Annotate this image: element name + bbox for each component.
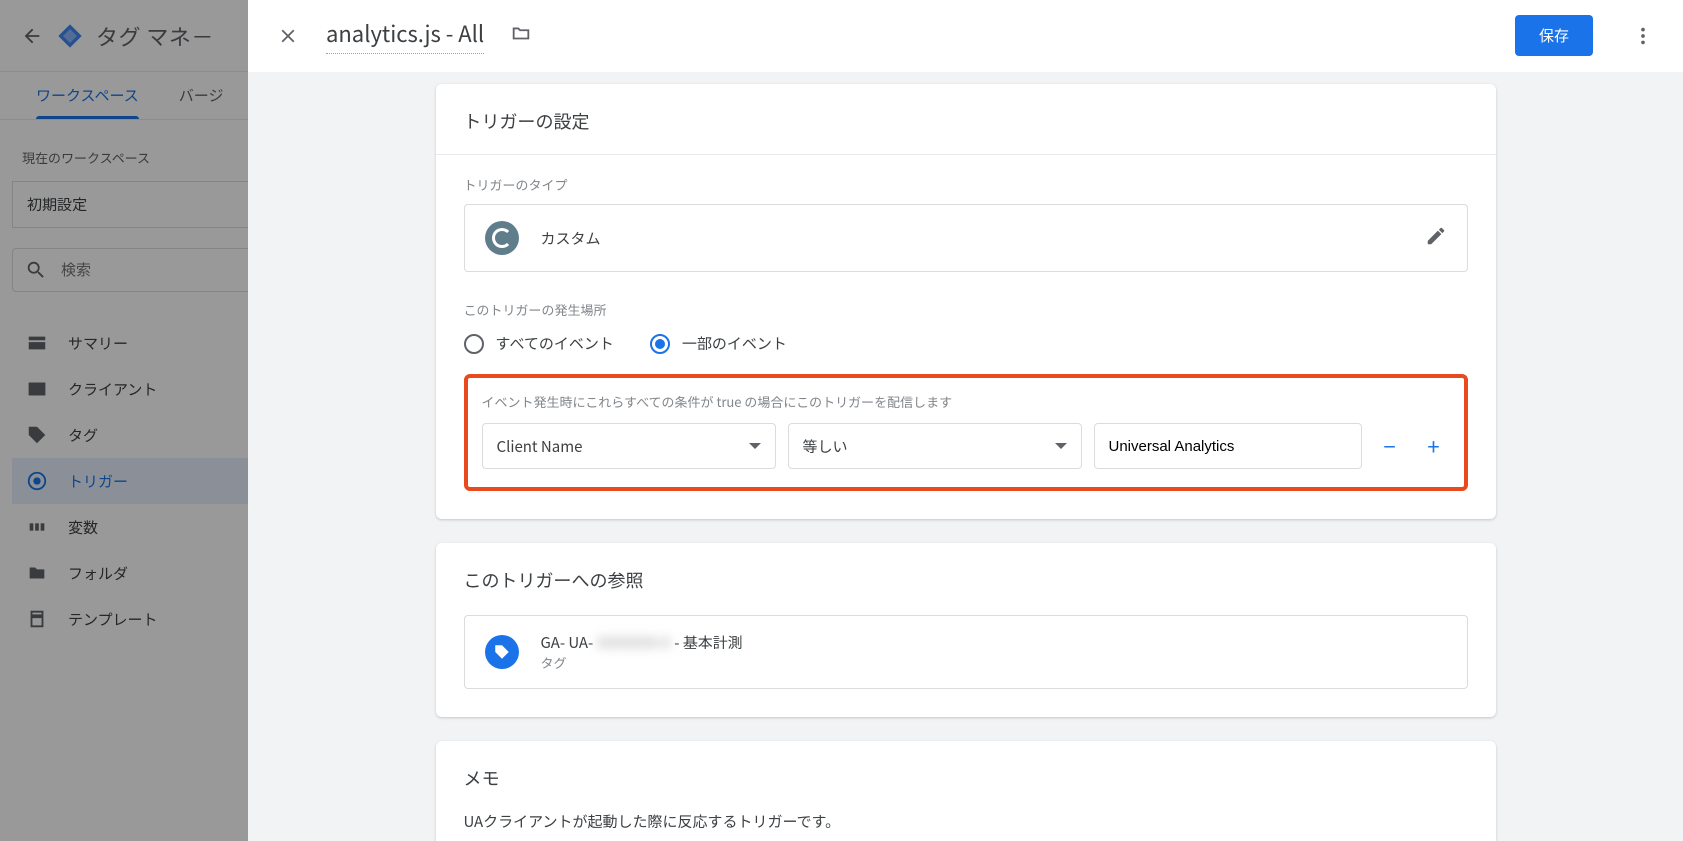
reference-type: タグ [541, 653, 743, 672]
close-icon [277, 25, 299, 47]
card-title: このトリガーへの参照 [436, 543, 1496, 599]
modal-header: analytics.js - All 保存 [248, 0, 1683, 72]
radio-label: 一部のイベント [682, 333, 787, 354]
modal-body: トリガーの設定 トリガーのタイプ カスタム このトリガーの発生場所 [248, 72, 1683, 841]
radio-all-events[interactable]: すべてのイベント [464, 333, 614, 354]
close-button[interactable] [268, 16, 308, 56]
radio-icon [464, 334, 484, 354]
tag-reference-icon [485, 635, 519, 669]
select-value: 等しい [803, 436, 848, 457]
remove-condition-button[interactable]: − [1374, 430, 1406, 462]
save-button[interactable]: 保存 [1515, 15, 1593, 56]
select-value: Client Name [497, 436, 583, 457]
trigger-type-value: カスタム [541, 228, 601, 249]
add-condition-button[interactable]: + [1418, 430, 1450, 462]
condition-variable-select[interactable]: Client Name [482, 423, 776, 469]
trigger-config-card: トリガーの設定 トリガーのタイプ カスタム このトリガーの発生場所 [436, 84, 1496, 519]
folder-icon[interactable] [510, 22, 532, 49]
modal-title[interactable]: analytics.js - All [326, 17, 484, 54]
custom-trigger-icon [485, 221, 519, 255]
trigger-editor-modal: analytics.js - All 保存 トリガーの設定 トリガーのタイプ カ… [248, 0, 1683, 841]
conditions-highlight-box: イベント発生時にこれらすべての条件が true の場合にこのトリガーを配信します… [464, 374, 1468, 491]
fires-on-label: このトリガーの発生場所 [464, 300, 1468, 319]
radio-some-events[interactable]: 一部のイベント [650, 333, 787, 354]
radio-icon [650, 334, 670, 354]
conditions-label: イベント発生時にこれらすべての条件が true の場合にこのトリガーを配信します [482, 392, 1450, 411]
memo-text[interactable]: UAクライアントが起動した際に反応するトリガーです。 [436, 811, 1496, 841]
card-title: トリガーの設定 [436, 84, 1496, 155]
trigger-type-selector[interactable]: カスタム [464, 204, 1468, 272]
memo-card: メモ UAクライアントが起動した際に反応するトリガーです。 [436, 741, 1496, 841]
more-menu-button[interactable] [1623, 16, 1663, 56]
condition-operator-select[interactable]: 等しい [788, 423, 1082, 469]
card-title: メモ [436, 741, 1496, 811]
more-vert-icon [1632, 25, 1654, 47]
reference-name: GA- UA-XXXXXXX-X - 基本計測 [541, 632, 743, 653]
trigger-type-label: トリガーのタイプ [464, 175, 1468, 194]
condition-value-input[interactable] [1094, 423, 1362, 469]
edit-trigger-type-button[interactable] [1425, 225, 1447, 252]
radio-label: すべてのイベント [496, 333, 614, 354]
pencil-icon [1425, 225, 1447, 247]
condition-row: Client Name 等しい − + [482, 423, 1450, 469]
references-card: このトリガーへの参照 GA- UA-XXXXXXX-X - 基本計測 タグ [436, 543, 1496, 717]
fires-on-radio-group: すべてのイベント 一部のイベント [464, 333, 1468, 354]
reference-item[interactable]: GA- UA-XXXXXXX-X - 基本計測 タグ [464, 615, 1468, 689]
